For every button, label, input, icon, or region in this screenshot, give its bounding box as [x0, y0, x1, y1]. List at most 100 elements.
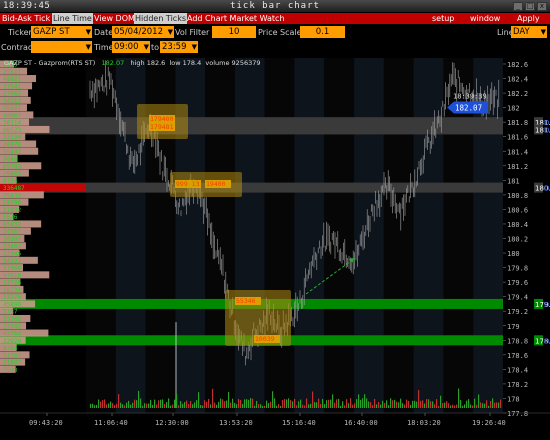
volume-bar [292, 401, 294, 408]
y-tick-label: 177.8 [507, 410, 528, 418]
volume-bar [92, 403, 94, 408]
volume-bar [428, 399, 430, 408]
volume-bar [326, 400, 328, 408]
settings-panel: Ticker GAZP ST ▼ Date 05/04/2012 ▼ Vol F… [0, 24, 550, 58]
time-to-value: 23:59 [162, 42, 187, 52]
volume-bar [312, 391, 314, 408]
line-select[interactable]: DAY ▼ [511, 26, 547, 38]
volume-bar [94, 405, 96, 408]
volume-bar [240, 399, 242, 408]
volume-bar [174, 399, 176, 408]
volume-bar [482, 403, 484, 408]
box-label: 999 13 [176, 180, 200, 188]
menu-bar: Bid-Ask Tick Line Time View DOM Hidden T… [0, 13, 550, 24]
dom-size-label: 7593 [3, 367, 18, 374]
menu-add-chart-market-watch[interactable]: Add Chart Market Watch [187, 13, 285, 24]
minimize-button[interactable]: _ [513, 2, 523, 11]
tick-bar-chart[interactable]: 181.8D181.7D180.9D179.3D178.8D5893258114… [0, 58, 550, 440]
volume-bar [188, 404, 190, 408]
x-tick-label: 11:06:40 [94, 419, 128, 427]
volume-bar [372, 405, 374, 408]
menu-bid-ask-tick[interactable]: Bid-Ask Tick [2, 13, 50, 24]
volume-bar [218, 401, 220, 408]
menu-setup[interactable]: setup [432, 13, 454, 24]
dom-size-label: 20397 [3, 236, 21, 243]
y-tick-label: 178 [507, 395, 520, 403]
price-scale-label: Price Scale [258, 28, 302, 37]
price-level-marker: D [544, 126, 549, 134]
volume-bar [392, 400, 394, 408]
y-tick-label: 181.2 [507, 163, 528, 171]
volume-bar [456, 404, 458, 408]
current-price-label: 182.07 [455, 104, 482, 113]
volume-bar [124, 405, 126, 408]
volume-bar [378, 402, 380, 408]
volume-bar [468, 399, 470, 408]
volume-bar [416, 401, 418, 408]
volume-bar [318, 398, 320, 408]
volume-bar [104, 399, 106, 408]
time-from-input[interactable]: 09:00 ▼ [112, 41, 150, 53]
menu-view-dom[interactable]: View DOM [94, 13, 135, 24]
volume-bar [332, 394, 334, 408]
volume-bar [360, 399, 362, 408]
menu-apply[interactable]: Apply [517, 13, 540, 24]
chart-low: 178.4 [182, 59, 202, 67]
dom-size-label: 65783 [3, 163, 21, 170]
volume-bar [354, 403, 356, 408]
volume-bar [280, 405, 282, 408]
volume-bar [422, 400, 424, 408]
menu-window[interactable]: window [470, 13, 500, 24]
volume-bar [180, 401, 182, 408]
time-to-input[interactable]: 23:59 ▼ [160, 41, 198, 53]
volume-bar [448, 403, 450, 408]
volume-bar [484, 403, 486, 408]
dom-size-label: 34213 [3, 98, 21, 105]
volume-bar [164, 403, 166, 408]
volume-bar [148, 403, 150, 408]
chart-canvas[interactable]: 181.8D181.7D180.9D179.3D178.8D5893258114… [0, 58, 550, 440]
ticker-select[interactable]: GAZP ST ▼ [31, 26, 92, 38]
price-scale-input[interactable]: 0.1 [300, 26, 345, 38]
volume-bar [396, 401, 398, 408]
volume-bar [492, 398, 494, 408]
volume-bar [300, 399, 302, 408]
date-value: 05/04/2012 [114, 27, 163, 37]
contract-select[interactable]: ▼ [31, 41, 92, 53]
dom-size-label: 40987 [3, 112, 21, 119]
x-tick-label: 18:03:20 [407, 419, 441, 427]
dom-size-label: 45890 [3, 301, 21, 308]
line-value: DAY [513, 27, 530, 37]
ticker-value: GAZP ST [33, 27, 70, 37]
menu-hidden-ticks[interactable]: Hidden Ticks [134, 13, 187, 24]
volume-bar [282, 399, 284, 408]
dom-size-label: 8754 [3, 178, 18, 185]
volume-bar [320, 404, 322, 408]
dom-size-label: 22134 [3, 134, 21, 141]
chart-volume: 9256379 [231, 59, 261, 67]
volume-bar [144, 403, 146, 408]
dom-size-label: 93764 [3, 331, 21, 338]
volume-bar [256, 400, 258, 408]
volume-bar [410, 405, 412, 408]
volume-bar [498, 402, 500, 408]
date-input[interactable]: 05/04/2012 ▼ [112, 26, 174, 38]
volume-bar [488, 405, 490, 408]
volume-bar [194, 402, 196, 408]
volume-bar [122, 404, 124, 408]
dom-size-label: 17960 [3, 265, 21, 272]
volume-bar [230, 402, 232, 408]
volume-bar [390, 398, 392, 408]
chevron-down-icon: ▼ [191, 43, 197, 51]
x-tick-label: 09:43:20 [29, 419, 63, 427]
vol-filter-input[interactable]: 10 [212, 26, 256, 38]
maximize-button[interactable]: □ [525, 2, 535, 11]
chart-low-label: low [169, 59, 181, 67]
box-label: 19400 [206, 180, 226, 188]
volume-bar [362, 398, 364, 408]
dom-size-label: 23407 [3, 243, 21, 250]
menu-line-time[interactable]: Line Time [52, 13, 93, 24]
volume-bar [182, 403, 184, 408]
close-button[interactable]: x [537, 2, 547, 11]
chart-high-label: high [130, 59, 145, 67]
